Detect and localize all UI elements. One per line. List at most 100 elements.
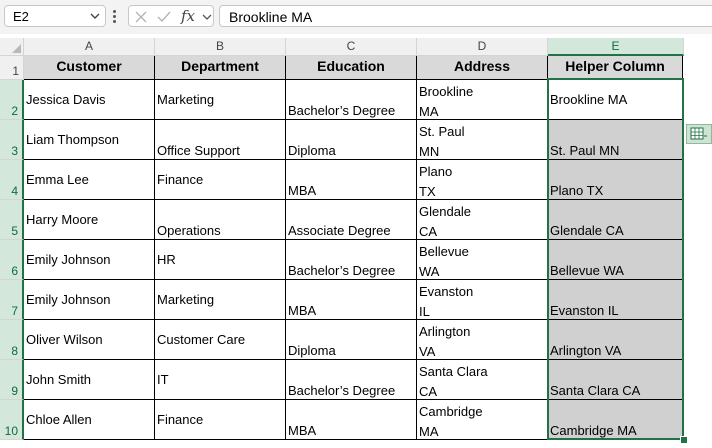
column-header-a[interactable]: A — [24, 38, 155, 56]
row-header-5[interactable]: 5 — [0, 200, 24, 240]
more-options-icon[interactable] — [112, 9, 118, 25]
helper-cell[interactable]: Arlington VA — [548, 320, 683, 360]
department-cell[interactable]: Finance — [155, 400, 286, 440]
column-header-e[interactable]: E — [548, 38, 684, 56]
department-value: IT — [157, 372, 169, 387]
row-number: 7 — [11, 304, 18, 318]
education-cell[interactable]: MBA — [286, 160, 417, 200]
helper-cell[interactable]: Evanston IL — [548, 280, 683, 320]
helper-value: Plano TX — [550, 183, 603, 198]
header-cell-address[interactable]: Address — [417, 56, 548, 80]
header-text: Education — [286, 56, 416, 76]
customer-value: Jessica Davis — [26, 92, 105, 107]
education-cell[interactable]: Bachelor’s Degree — [286, 240, 417, 280]
education-cell[interactable]: MBA — [286, 280, 417, 320]
department-cell[interactable]: Operations — [155, 200, 286, 240]
education-value: Bachelor’s Degree — [288, 383, 395, 398]
address-value: Evanston IL — [419, 282, 473, 320]
header-cell-department[interactable]: Department — [155, 56, 286, 80]
education-cell[interactable]: MBA — [286, 400, 417, 440]
customer-cell[interactable]: Jessica Davis — [24, 80, 155, 120]
department-cell[interactable]: Customer Care — [155, 320, 286, 360]
address-value: Arlington VA — [419, 322, 470, 360]
department-cell[interactable]: Finance — [155, 160, 286, 200]
address-cell[interactable]: Glendale CA — [417, 200, 548, 240]
helper-value: Glendale CA — [550, 223, 624, 238]
education-cell[interactable]: Diploma — [286, 120, 417, 160]
row-header-9[interactable]: 9 — [0, 360, 24, 400]
education-cell[interactable]: Bachelor’s Degree — [286, 360, 417, 400]
chevron-down-icon[interactable] — [90, 11, 100, 21]
row-number: 10 — [5, 424, 18, 438]
customer-cell[interactable]: Oliver Wilson — [24, 320, 155, 360]
department-cell[interactable]: IT — [155, 360, 286, 400]
quick-analysis-button[interactable] — [686, 124, 712, 144]
education-cell[interactable]: Bachelor’s Degree — [286, 80, 417, 120]
customer-cell[interactable]: Emily Johnson — [24, 280, 155, 320]
address-cell[interactable]: Bellevue WA — [417, 240, 548, 280]
helper-value: Arlington VA — [550, 343, 621, 358]
row-header-7[interactable]: 7 — [0, 280, 24, 320]
education-value: Diploma — [288, 143, 336, 158]
helper-cell[interactable]: Santa Clara CA — [548, 360, 683, 400]
formula-buttons: fx — [128, 5, 214, 27]
address-cell[interactable]: St. Paul MN — [417, 120, 548, 160]
select-all-button[interactable] — [0, 38, 24, 56]
customer-value: Oliver Wilson — [26, 332, 103, 347]
cancel-icon[interactable] — [134, 10, 148, 24]
insert-function-icon[interactable]: fx — [181, 7, 195, 25]
customer-cell[interactable]: Emily Johnson — [24, 240, 155, 280]
column-header-b[interactable]: B — [155, 38, 286, 56]
address-cell[interactable]: Plano TX — [417, 160, 548, 200]
customer-cell[interactable]: Emma Lee — [24, 160, 155, 200]
department-value: Marketing — [157, 292, 214, 307]
helper-cell[interactable]: Plano TX — [548, 160, 683, 200]
education-cell[interactable]: Associate Degree — [286, 200, 417, 240]
header-cell-education[interactable]: Education — [286, 56, 417, 80]
header-cell-customer[interactable]: Customer — [24, 56, 155, 80]
department-cell[interactable]: Marketing — [155, 280, 286, 320]
department-value: Customer Care — [157, 332, 245, 347]
header-cell-helper[interactable]: Helper Column — [548, 56, 683, 80]
row-header-4[interactable]: 4 — [0, 160, 24, 200]
formula-input[interactable]: Brookline MA — [219, 5, 712, 27]
address-cell[interactable]: Evanston IL — [417, 280, 548, 320]
address-cell[interactable]: Santa Clara CA — [417, 360, 548, 400]
helper-cell[interactable]: Brookline MA — [548, 80, 683, 120]
helper-cell[interactable]: Cambridge MA — [548, 400, 683, 440]
row-header-10[interactable]: 10 — [0, 400, 24, 440]
education-cell[interactable]: Diploma — [286, 320, 417, 360]
column-header-d[interactable]: D — [417, 38, 548, 56]
row-header-1[interactable]: 1 — [0, 56, 24, 80]
address-value: Plano TX — [419, 162, 452, 200]
customer-value: Emma Lee — [26, 172, 89, 187]
helper-value: Evanston IL — [550, 303, 619, 318]
name-box[interactable]: E2 — [4, 5, 106, 27]
address-cell[interactable]: Brookline MA — [417, 80, 548, 120]
address-cell[interactable]: Arlington VA — [417, 320, 548, 360]
department-cell[interactable]: Marketing — [155, 80, 286, 120]
helper-value: Brookline MA — [550, 92, 627, 107]
row-header-3[interactable]: 3 — [0, 120, 24, 160]
fill-handle[interactable] — [680, 436, 688, 444]
row-number: 4 — [11, 184, 18, 198]
enter-check-icon[interactable] — [156, 10, 172, 24]
helper-cell[interactable]: Glendale CA — [548, 200, 683, 240]
customer-cell[interactable]: John Smith — [24, 360, 155, 400]
customer-cell[interactable]: Chloe Allen — [24, 400, 155, 440]
formula-value: Brookline MA — [229, 9, 312, 25]
customer-cell[interactable]: Liam Thompson — [24, 120, 155, 160]
department-cell[interactable]: HR — [155, 240, 286, 280]
chevron-down-icon[interactable] — [202, 12, 212, 22]
department-cell[interactable]: Office Support — [155, 120, 286, 160]
row-header-8[interactable]: 8 — [0, 320, 24, 360]
row-header-6[interactable]: 6 — [0, 240, 24, 280]
customer-value: John Smith — [26, 372, 91, 387]
helper-cell[interactable]: Bellevue WA — [548, 240, 683, 280]
helper-cell[interactable]: St. Paul MN — [548, 120, 683, 160]
row-header-2[interactable]: 2 — [0, 80, 24, 120]
address-value: Cambridge MA — [419, 402, 483, 440]
customer-cell[interactable]: Harry Moore — [24, 200, 155, 240]
column-header-c[interactable]: C — [286, 38, 417, 56]
address-cell[interactable]: Cambridge MA — [417, 400, 548, 440]
